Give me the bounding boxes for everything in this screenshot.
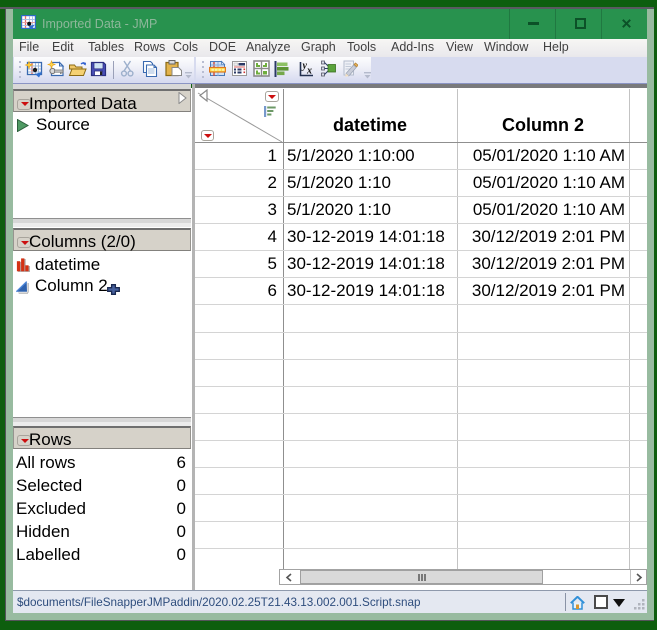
svg-text:x: x: [306, 66, 312, 77]
